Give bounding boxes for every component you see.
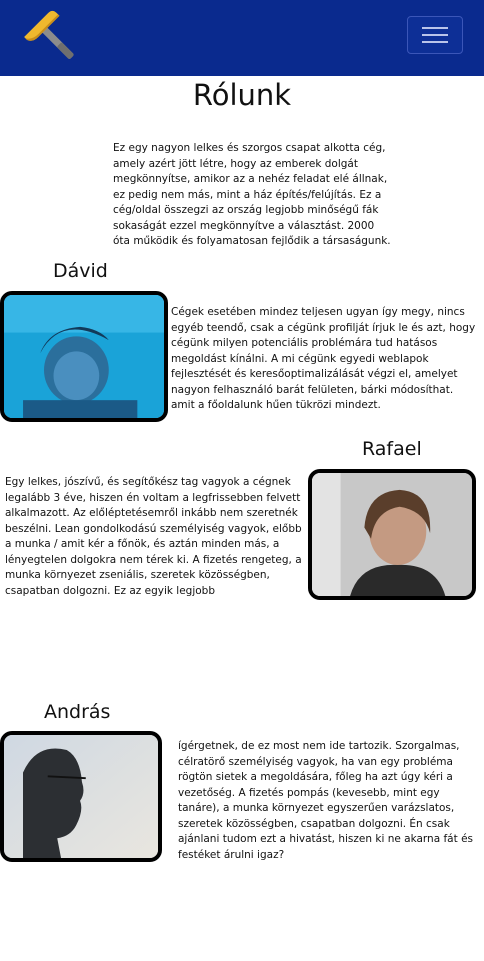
member-photo-rafael (308, 469, 476, 600)
member-photo-andras (0, 731, 162, 862)
hammer-icon[interactable] (22, 8, 80, 66)
menu-toggle-button[interactable] (407, 16, 463, 54)
member-bio-rafael: Egy lelkes, jószívű, és segítőkész tag v… (5, 476, 302, 597)
hamburger-menu-icon (422, 27, 448, 43)
member-photo-david (0, 291, 168, 422)
member-bio-andras: ígérgetnek, de ez most nem ide tartozik.… (178, 740, 473, 861)
page-title: Rólunk (192, 78, 292, 112)
member-name-david: Dávid (53, 260, 108, 282)
member-bio-david: Cégek esetében mindez teljesen ugyan így… (171, 306, 476, 411)
navbar (0, 0, 484, 76)
intro-text: Ez egy nagyon lelkes és szorgos csapat a… (113, 142, 391, 247)
member-name-andras: András (44, 701, 111, 723)
member-name-rafael: Rafael (362, 438, 422, 460)
